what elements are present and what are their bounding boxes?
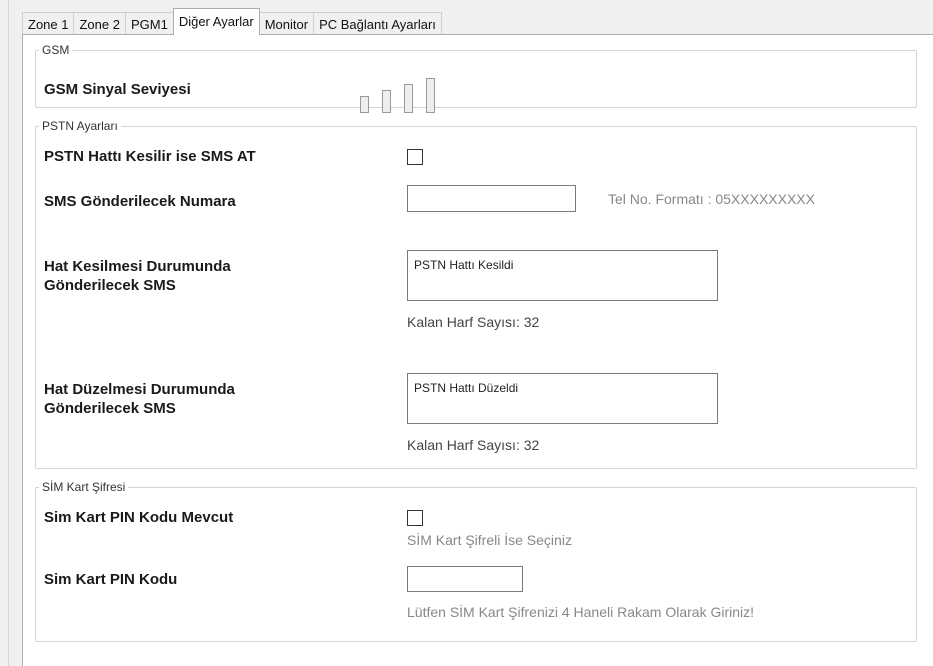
gsm-signal-label: GSM Sinyal Seviyesi	[44, 81, 191, 98]
sms-on-line-cut-label: PSTN Hattı Kesilir ise SMS AT	[44, 148, 256, 165]
fix-sms-label-line1: Hat Düzelmesi Durumunda	[44, 381, 235, 398]
sms-number-input[interactable]	[407, 185, 576, 212]
gsm-signal-meter	[360, 73, 460, 113]
tab-strip: Zone 1 Zone 2 PGM1 Diğer Ayarlar Monitor…	[22, 7, 442, 35]
sim-pin-exists-checkbox[interactable]	[407, 510, 423, 526]
tab-monitor[interactable]: Monitor	[258, 12, 315, 35]
gsm-group-legend: GSM	[39, 42, 73, 58]
tab-diger-ayarlar[interactable]: Diğer Ayarlar	[172, 8, 260, 35]
sim-pin-input[interactable]	[407, 566, 523, 592]
sms-on-line-cut-checkbox[interactable]	[407, 149, 423, 165]
sim-group-legend: SİM Kart Şifresi	[39, 479, 129, 495]
cut-sms-label-line1: Hat Kesilmesi Durumunda	[44, 258, 231, 275]
sim-pin-exists-label: Sim Kart PIN Kodu Mevcut	[44, 509, 234, 526]
tab-zone-1[interactable]: Zone 1	[22, 12, 75, 35]
signal-bar-1	[360, 96, 369, 113]
gsm-group: GSM GSM Sinyal Seviyesi	[35, 42, 917, 113]
window-left-edge	[8, 0, 9, 666]
tab-zone-2[interactable]: Zone 2	[73, 12, 126, 35]
fix-sms-remaining-count: Kalan Harf Sayısı: 32	[407, 437, 540, 453]
cut-sms-remaining-count: Kalan Harf Sayısı: 32	[407, 314, 540, 330]
phone-format-hint: Tel No. Formatı : 05XXXXXXXXX	[608, 191, 815, 207]
pstn-group: PSTN Ayarları PSTN Hattı Kesilir ise SMS…	[35, 118, 917, 469]
tab-pc-baglanti-ayarlari[interactable]: PC Bağlantı Ayarları	[313, 12, 442, 35]
sim-pin-hint: Lütfen SİM Kart Şifrenizi 4 Haneli Rakam…	[407, 604, 755, 620]
cut-sms-textarea[interactable]: PSTN Hattı Kesildi	[407, 250, 718, 301]
sms-number-label: SMS Gönderilecek Numara	[44, 193, 236, 210]
tab-page-diger-ayarlar: GSM GSM Sinyal Seviyesi PSTN Ayarları PS…	[22, 34, 933, 666]
sim-pin-exists-hint: SİM Kart Şifreli İse Seçiniz	[407, 532, 572, 548]
sim-pin-group: SİM Kart Şifresi Sim Kart PIN Kodu Mevcu…	[35, 479, 917, 642]
sim-pin-label: Sim Kart PIN Kodu	[44, 571, 178, 588]
signal-bar-3	[404, 84, 413, 113]
cut-sms-label-line2: Gönderilecek SMS	[44, 277, 176, 294]
fix-sms-label-line2: Gönderilecek SMS	[44, 400, 176, 417]
signal-bar-2	[382, 90, 391, 113]
fix-sms-textarea[interactable]: PSTN Hattı Düzeldi	[407, 373, 718, 424]
tab-pgm1[interactable]: PGM1	[124, 12, 174, 35]
signal-bar-4	[426, 78, 435, 113]
pstn-group-legend: PSTN Ayarları	[39, 118, 121, 134]
